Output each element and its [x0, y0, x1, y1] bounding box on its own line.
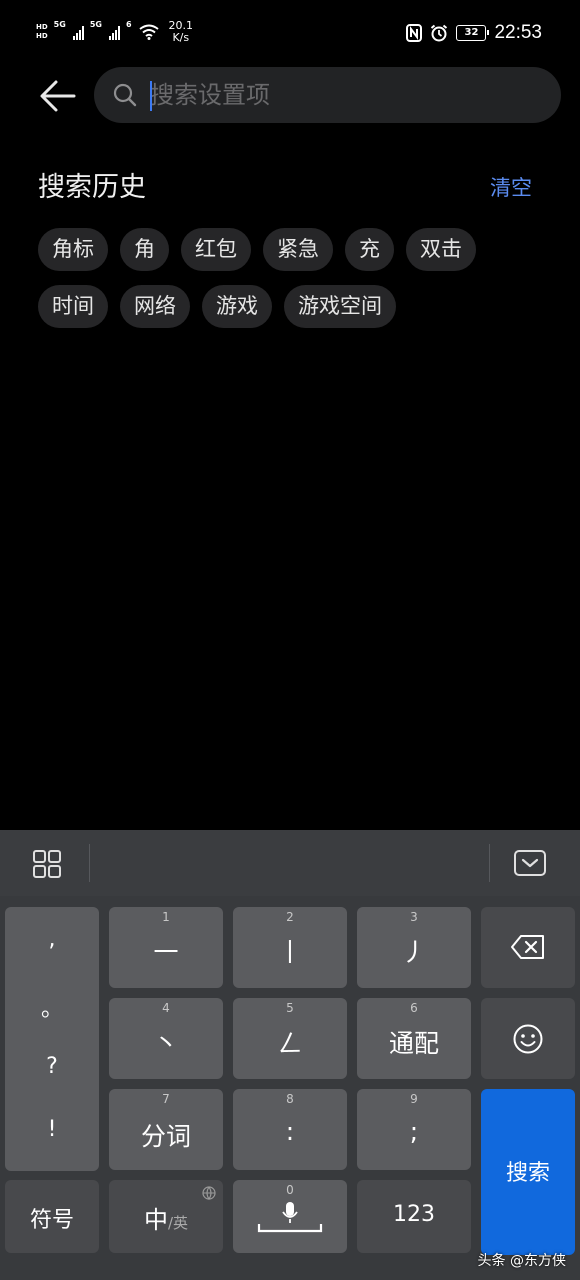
emoji-key[interactable] [481, 998, 575, 1079]
number-mode-key[interactable]: 123 [357, 1180, 471, 1253]
globe-icon [202, 1186, 216, 1200]
key-5[interactable]: 5 ㄥ [233, 998, 347, 1079]
status-bar: HD HD 5G 5G 6 20.1 K/s 32 22:53 [0, 0, 580, 64]
history-chip[interactable]: 游戏 [202, 285, 272, 328]
history-chip[interactable]: 双击 [406, 228, 476, 271]
text-caret [150, 81, 152, 111]
key-7[interactable]: 7 分词 [109, 1089, 223, 1170]
watermark: 头条 @东方侠 [477, 1253, 566, 1269]
status-right: 32 22:53 [406, 22, 542, 44]
status-time: 22:53 [494, 22, 542, 43]
history-chip[interactable]: 网络 [120, 285, 190, 328]
symbol-key[interactable]: 符号 [5, 1180, 99, 1253]
keyboard: , 。 ? ! 1 一 2 丨 3 丿 4 丶 5 ㄥ 6 通配 7 分词 8 … [0, 830, 580, 1280]
key-8[interactable]: 8 : [233, 1089, 347, 1170]
grid-menu-icon[interactable] [32, 849, 62, 879]
emoji-icon [513, 1024, 543, 1054]
exclamation-key[interactable]: ! [5, 1117, 99, 1142]
search-box[interactable] [94, 67, 561, 123]
key-9[interactable]: 9 ; [357, 1089, 471, 1170]
history-chip[interactable]: 时间 [38, 285, 108, 328]
nfc-icon [406, 24, 423, 42]
backspace-key[interactable] [481, 907, 575, 988]
search-icon [113, 83, 137, 107]
question-key[interactable]: ? [5, 1054, 99, 1079]
signal-icon [72, 24, 84, 40]
status-left: HD HD 5G 5G 6 20.1 K/s [36, 20, 193, 44]
search-key[interactable]: 搜索 [481, 1089, 575, 1255]
toolbar-divider [489, 844, 490, 882]
space-key[interactable]: 0 [233, 1180, 347, 1253]
language-switch-key[interactable]: 中/英 [109, 1180, 223, 1253]
period-key[interactable]: 。 [5, 991, 99, 1023]
wifi-icon [138, 24, 159, 40]
history-chip[interactable]: 游戏空间 [284, 285, 396, 328]
key-6[interactable]: 6 通配 [357, 998, 471, 1079]
key-4[interactable]: 4 丶 [109, 998, 223, 1079]
network-speed: 20.1 K/s [168, 19, 194, 44]
toolbar-divider [89, 844, 90, 882]
search-input[interactable] [150, 75, 540, 115]
clear-history-button[interactable]: 清空 [490, 172, 532, 202]
history-chips: 角标 角 红包 紧急 充 双击 时间 网络 游戏 游戏空间 [38, 228, 538, 328]
history-chip[interactable]: 角 [120, 228, 169, 271]
backspace-icon [511, 935, 544, 959]
signal-icon [108, 24, 120, 40]
punctuation-column[interactable]: , 。 ? ! [5, 907, 99, 1171]
history-chip[interactable]: 角标 [38, 228, 108, 271]
network-type-1: 5G [53, 20, 66, 29]
battery-icon: 32 [456, 25, 490, 41]
hd-indicator: HD HD [36, 23, 48, 40]
hide-keyboard-icon[interactable] [513, 849, 547, 877]
alarm-icon [431, 24, 448, 42]
key-1[interactable]: 1 一 [109, 907, 223, 988]
wifi-label: 6 [125, 20, 132, 29]
history-chip[interactable]: 红包 [181, 228, 251, 271]
back-button[interactable] [36, 74, 80, 118]
back-arrow-icon [40, 80, 76, 112]
search-history-title: 搜索历史 [38, 172, 146, 203]
key-3[interactable]: 3 丿 [357, 907, 471, 988]
key-2[interactable]: 2 丨 [233, 907, 347, 988]
network-type-2: 5G [89, 20, 102, 29]
microphone-icon [257, 1202, 323, 1233]
comma-key[interactable]: , [5, 927, 99, 952]
history-chip[interactable]: 紧急 [263, 228, 333, 271]
history-chip[interactable]: 充 [345, 228, 394, 271]
keyboard-toolbar [0, 830, 580, 896]
